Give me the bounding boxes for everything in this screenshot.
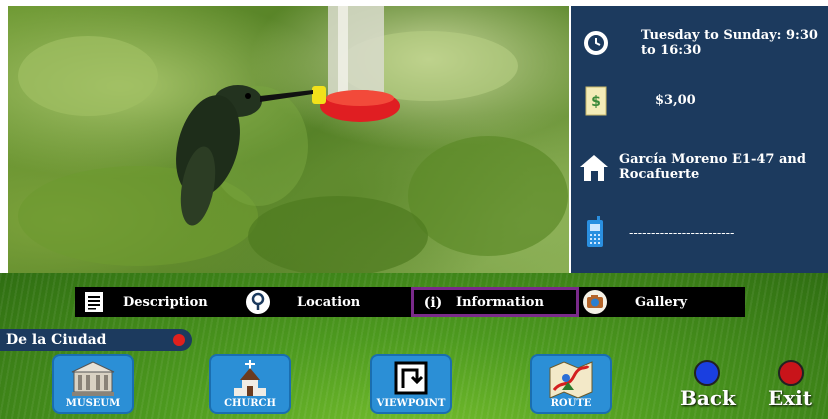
- exit-label: Exit: [768, 386, 813, 410]
- church-label: CHURCH: [224, 398, 276, 409]
- camera-icon: [583, 290, 607, 314]
- tab-description-label: Description: [123, 294, 208, 310]
- phone-text: ------------------------: [629, 226, 735, 241]
- tab-gallery[interactable]: Gallery: [581, 287, 731, 317]
- route-label: ROUTE: [550, 398, 592, 409]
- tab-gallery-label: Gallery: [635, 294, 688, 310]
- back-label: Back: [680, 386, 736, 410]
- viewpoint-icon: [394, 361, 428, 395]
- museum-icon: [71, 361, 115, 396]
- tab-description[interactable]: Description: [83, 287, 233, 317]
- address-text: García Moreno E1-47 and Rocafuerte: [619, 152, 806, 182]
- back-circle-icon: [694, 360, 720, 386]
- svg-text:$: $: [591, 94, 601, 110]
- info-panel: Tuesday to Sunday: 9:30 to 16:30 $ $3,00…: [571, 6, 828, 273]
- hummingbird-feeder-image: [18, 6, 568, 273]
- tab-information[interactable]: (i) Information: [411, 287, 579, 317]
- map-pin-icon: [246, 290, 270, 314]
- money-icon: $: [585, 86, 607, 116]
- place-name: De la Ciudad: [6, 332, 107, 348]
- house-icon: [580, 155, 608, 181]
- tab-bar: Description Location (i) Information Gal…: [75, 287, 745, 317]
- tab-location[interactable]: Location: [245, 287, 385, 317]
- clock-icon: [584, 31, 608, 55]
- svg-text:(i): (i): [424, 295, 443, 311]
- back-button[interactable]: Back: [680, 360, 740, 410]
- viewpoint-label: VIEWPOINT: [376, 398, 446, 409]
- tab-information-label: Information: [456, 294, 544, 310]
- video-player[interactable]: [8, 6, 569, 273]
- schedule-text: Tuesday to Sunday: 9:30 to 16:30: [641, 28, 818, 58]
- exit-circle-icon: [778, 360, 804, 386]
- status-dot: [173, 334, 185, 346]
- route-button[interactable]: ROUTE: [530, 354, 612, 414]
- phone-icon: [587, 216, 603, 247]
- church-button[interactable]: CHURCH: [209, 354, 291, 414]
- tab-location-label: Location: [297, 294, 361, 310]
- viewpoint-button[interactable]: VIEWPOINT: [370, 354, 452, 414]
- museum-button[interactable]: MUSEUM: [52, 354, 134, 414]
- info-icon: (i): [424, 295, 443, 311]
- church-icon: [234, 360, 266, 396]
- museum-label: MUSEUM: [65, 398, 121, 409]
- route-map-icon: [549, 361, 593, 398]
- exit-button[interactable]: Exit: [766, 360, 822, 410]
- place-name-bar: De la Ciudad: [0, 329, 192, 351]
- document-icon: [85, 292, 103, 312]
- price-text: $3,00: [655, 93, 696, 108]
